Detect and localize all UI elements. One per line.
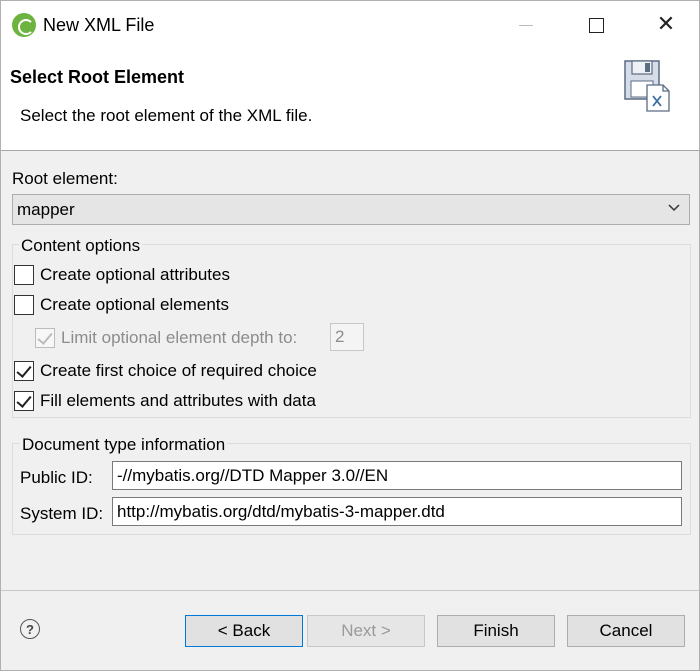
page-description: Select the root element of the XML file. [20,106,313,125]
limit-depth-checkbox [35,328,55,348]
limit-depth-label: Limit optional element depth to: [61,328,298,347]
close-button[interactable]: ✕ [631,1,700,49]
next-button: Next > [307,615,425,647]
title-bar: New XML File ✕ [1,1,699,49]
root-element-select[interactable]: mapper [12,194,690,225]
window-title: New XML File [43,15,155,35]
spring-app-icon [12,13,36,37]
cancel-button[interactable]: Cancel [567,615,685,647]
public-id-label: Public ID: [20,468,93,487]
new-xml-file-dialog: New XML File ✕ Select Root Element Selec… [0,0,700,671]
page-title: Select Root Element [10,67,185,87]
create-optional-elements-label: Create optional elements [40,295,230,314]
depth-input: 2 [330,323,364,351]
root-element-value: mapper [17,199,75,219]
maximize-icon [588,17,604,33]
create-first-choice-option[interactable]: Create first choice of required choice [14,360,317,382]
fill-elements-checkbox[interactable] [14,391,34,411]
public-id-input[interactable]: -//mybatis.org//DTD Mapper 3.0//EN [112,461,682,490]
close-icon: ✕ [656,12,676,37]
chevron-down-icon [668,204,680,212]
footer-separator [1,590,699,591]
create-optional-attributes-label: Create optional attributes [40,265,230,284]
finish-button[interactable]: Finish [437,615,555,647]
xml-file-wizard-icon [624,60,670,112]
system-id-input[interactable]: http://mybatis.org/dtd/mybatis-3-mapper.… [112,497,682,526]
document-type-legend: Document type information [20,435,228,455]
maximize-button[interactable] [561,1,631,49]
fill-elements-label: Fill elements and attributes with data [40,391,316,410]
create-first-choice-checkbox[interactable] [14,361,34,381]
content-options-legend: Content options [19,236,143,256]
help-icon[interactable]: ? [20,619,40,639]
minimize-button[interactable] [491,1,561,49]
create-optional-attributes-option[interactable]: Create optional attributes [14,264,230,286]
limit-depth-option: Limit optional element depth to: [35,327,297,349]
create-first-choice-label: Create first choice of required choice [40,361,317,380]
fill-elements-option[interactable]: Fill elements and attributes with data [14,390,316,412]
create-optional-attributes-checkbox[interactable] [14,265,34,285]
minimize-icon [519,24,533,26]
wizard-banner: Select Root Element Select the root elem… [1,49,699,151]
root-element-label: Root element: [12,169,118,188]
back-button[interactable]: < Back [185,615,303,647]
create-optional-elements-checkbox[interactable] [14,295,34,315]
system-id-label: System ID: [20,504,104,523]
create-optional-elements-option[interactable]: Create optional elements [14,294,229,316]
